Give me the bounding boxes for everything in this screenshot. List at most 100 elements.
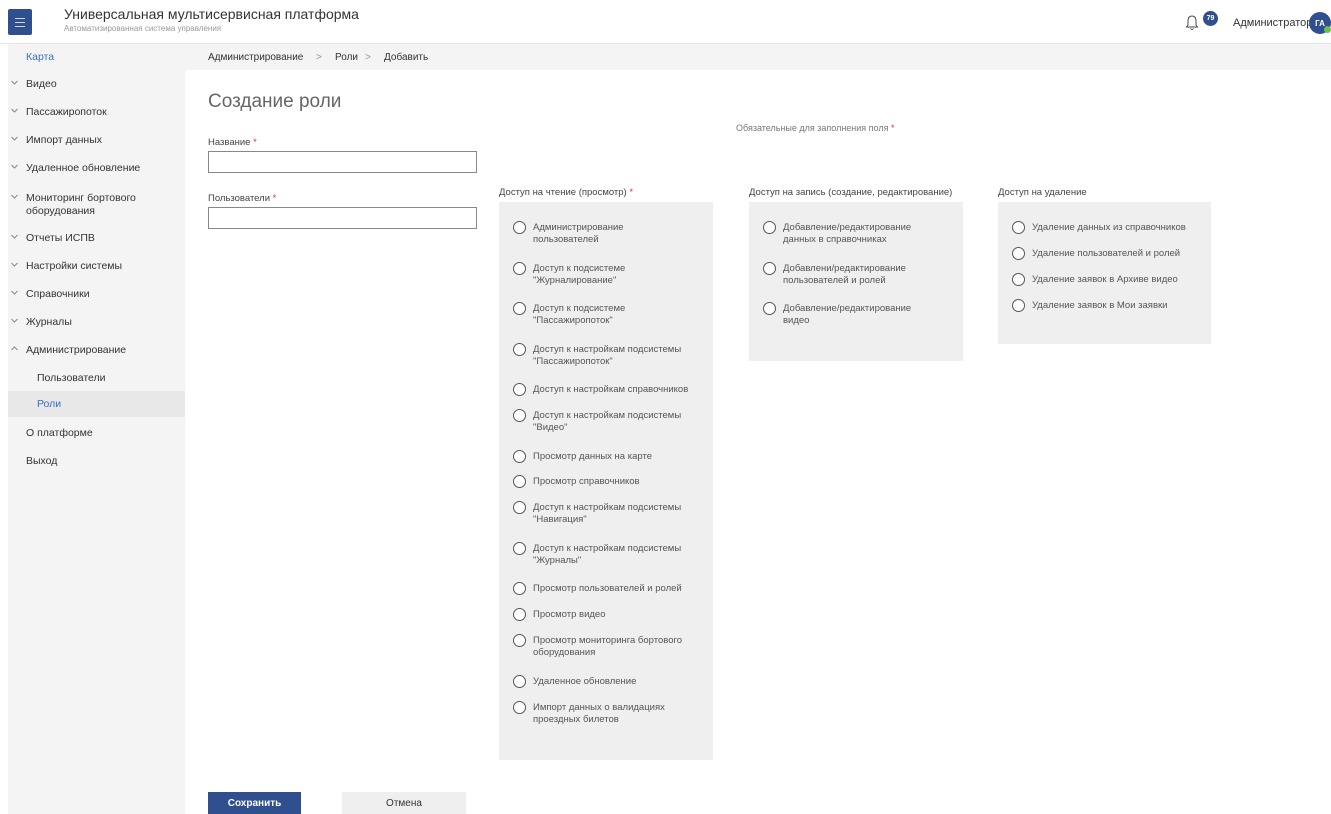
- permission-option-line: "Журналы": [533, 555, 582, 566]
- read-permission-option[interactable]: Доступ к настройкам справочников: [513, 383, 713, 397]
- permission-option-line: Удаленное обновление: [533, 676, 637, 687]
- radio-button[interactable]: [763, 262, 776, 275]
- read-permission-option[interactable]: Просмотр видео: [513, 608, 713, 622]
- chevron-down-icon: [11, 318, 18, 323]
- read-permission-option[interactable]: Доступ к подсистеме "Журналирование": [513, 262, 713, 288]
- permission-option-line: Доступ к настройкам справочников: [533, 384, 689, 395]
- users-label-text: Пользователи: [208, 193, 271, 204]
- sidebar-item-6[interactable]: Отчеты ИСПВ: [8, 225, 185, 251]
- radio-button[interactable]: [513, 343, 526, 356]
- required-mark: *: [629, 187, 634, 198]
- read-permission-option[interactable]: Доступ к подсистеме "Пассажиропоток": [513, 302, 713, 328]
- permission-option-line: Удаление данных из справочников: [1032, 222, 1186, 233]
- write-permission-option[interactable]: Добавлени/редактирование пользователей и …: [763, 262, 963, 288]
- permission-option-line: Добавлени/редактирование: [783, 263, 906, 274]
- radio-button[interactable]: [1012, 273, 1025, 286]
- sidebar-item-13[interactable]: О платформе: [8, 420, 185, 446]
- read-permission-option[interactable]: Доступ к настройкам подсистемы "Журналы": [513, 542, 713, 568]
- sidebar-item-7[interactable]: Настройки системы: [8, 253, 185, 279]
- read-permission-option[interactable]: Просмотр мониторинга бортового оборудован…: [513, 634, 713, 660]
- permission-option-label: Удаление заявок в Мои заявки: [1032, 300, 1222, 312]
- radio-button[interactable]: [763, 221, 776, 234]
- breadcrumb-item-administration[interactable]: Администрирование: [208, 52, 303, 63]
- read-permission-option[interactable]: Доступ к настройкам подсистемы "Видео": [513, 409, 713, 435]
- radio-button[interactable]: [763, 302, 776, 315]
- delete-permission-option[interactable]: Удаление данных из справочников: [1012, 221, 1212, 235]
- permission-option-line: Доступ к подсистеме: [533, 303, 626, 314]
- chevron-down-icon: [11, 290, 18, 295]
- breadcrumb-item-roles[interactable]: Роли: [335, 52, 358, 63]
- permission-option-label: Удаление данных из справочников: [1032, 222, 1222, 234]
- radio-button[interactable]: [513, 634, 526, 647]
- sidebar-item-11[interactable]: Пользователи: [8, 365, 185, 391]
- notification-badge[interactable]: 79: [1203, 11, 1218, 26]
- sidebar-item-10[interactable]: Администрирование: [8, 337, 185, 363]
- sidebar-item-8[interactable]: Справочники: [8, 281, 185, 307]
- read-permission-option[interactable]: Доступ к настройкам подсистемы "Пассажиро…: [513, 343, 713, 369]
- role-name-input[interactable]: [208, 151, 477, 173]
- radio-button[interactable]: [513, 542, 526, 555]
- write-permission-option[interactable]: Добавление/редактирование данных в справо…: [763, 221, 963, 247]
- sidebar-item-14[interactable]: Выход: [8, 448, 185, 474]
- permission-option-line: проездных билетов: [533, 714, 619, 725]
- hamburger-menu-icon[interactable]: [8, 9, 32, 35]
- permission-option-label: Добавлени/редактирование пользователей и …: [783, 263, 973, 287]
- permission-option-line: Просмотр справочников: [533, 476, 640, 487]
- radio-button[interactable]: [513, 701, 526, 714]
- read-permission-option[interactable]: Просмотр пользователей и ролей: [513, 582, 713, 596]
- sidebar-item-2[interactable]: Пассажиропоток: [8, 99, 185, 125]
- cancel-button[interactable]: Отмена: [342, 792, 466, 814]
- write-permission-option[interactable]: Добавление/редактирование видео: [763, 302, 963, 328]
- read-access-panel: Администрирование пользователей Доступ к п…: [499, 202, 713, 760]
- permission-option-line: видео: [783, 315, 810, 326]
- radio-button[interactable]: [513, 383, 526, 396]
- radio-button[interactable]: [1012, 299, 1025, 312]
- radio-button[interactable]: [513, 409, 526, 422]
- delete-permission-option[interactable]: Удаление пользователей и ролей: [1012, 247, 1212, 261]
- radio-button[interactable]: [513, 608, 526, 621]
- sidebar-item-0[interactable]: Карта: [8, 44, 185, 70]
- sidebar-item-5[interactable]: Мониторинг бортового оборудования: [8, 185, 185, 223]
- radio-button[interactable]: [513, 501, 526, 514]
- read-permission-option[interactable]: Удаленное обновление: [513, 675, 713, 689]
- user-name[interactable]: Администратор: [1233, 17, 1312, 29]
- permission-option-label: Доступ к подсистеме "Пассажиропоток": [533, 303, 723, 327]
- write-access-title: Доступ на запись (создание, редактирован…: [749, 187, 953, 198]
- permission-option-line: оборудования: [533, 647, 596, 658]
- radio-button[interactable]: [513, 582, 526, 595]
- radio-button[interactable]: [513, 475, 526, 488]
- online-status-dot: [1324, 26, 1331, 33]
- sidebar-item-12[interactable]: Роли: [8, 391, 185, 417]
- required-mark: *: [272, 193, 277, 204]
- permission-option-label: Импорт данных о валидациях проездных биле…: [533, 702, 723, 726]
- permission-option-line: Администрирование: [533, 222, 624, 233]
- chevron-down-icon: [11, 194, 18, 199]
- radio-button[interactable]: [513, 675, 526, 688]
- users-input[interactable]: [208, 207, 477, 229]
- permission-option-line: Доступ к подсистеме: [533, 263, 626, 274]
- radio-button[interactable]: [513, 262, 526, 275]
- sidebar-item-4[interactable]: Удаленное обновление: [8, 155, 185, 181]
- radio-button[interactable]: [513, 221, 526, 234]
- sidebar-item-1[interactable]: Видео: [8, 71, 185, 97]
- bell-icon[interactable]: [1185, 15, 1199, 31]
- read-permission-option[interactable]: Импорт данных о валидациях проездных биле…: [513, 701, 713, 727]
- read-permission-option[interactable]: Доступ к настройкам подсистемы "Навигация…: [513, 501, 713, 527]
- required-mark: *: [253, 137, 257, 148]
- permission-option-label: Доступ к настройкам справочников: [533, 384, 723, 396]
- read-permission-option[interactable]: Администрирование пользователей: [513, 221, 713, 247]
- radio-button[interactable]: [513, 302, 526, 315]
- sidebar-item-9[interactable]: Журналы: [8, 309, 185, 335]
- radio-button[interactable]: [1012, 221, 1025, 234]
- save-button[interactable]: Сохранить: [208, 792, 301, 814]
- delete-permission-option[interactable]: Удаление заявок в Архиве видео: [1012, 273, 1212, 287]
- radio-button[interactable]: [513, 450, 526, 463]
- permission-option-label: Доступ к настройкам подсистемы "Пассажиро…: [533, 344, 723, 368]
- read-permission-option[interactable]: Просмотр данных на карте: [513, 450, 713, 464]
- delete-permission-option[interactable]: Удаление заявок в Мои заявки: [1012, 299, 1212, 313]
- radio-button[interactable]: [1012, 247, 1025, 260]
- chevron-down-icon: [11, 136, 18, 141]
- read-permission-option[interactable]: Просмотр справочников: [513, 475, 713, 489]
- sidebar-item-3[interactable]: Импорт данных: [8, 127, 185, 153]
- sidebar-item-label: Импорт данных: [26, 134, 102, 146]
